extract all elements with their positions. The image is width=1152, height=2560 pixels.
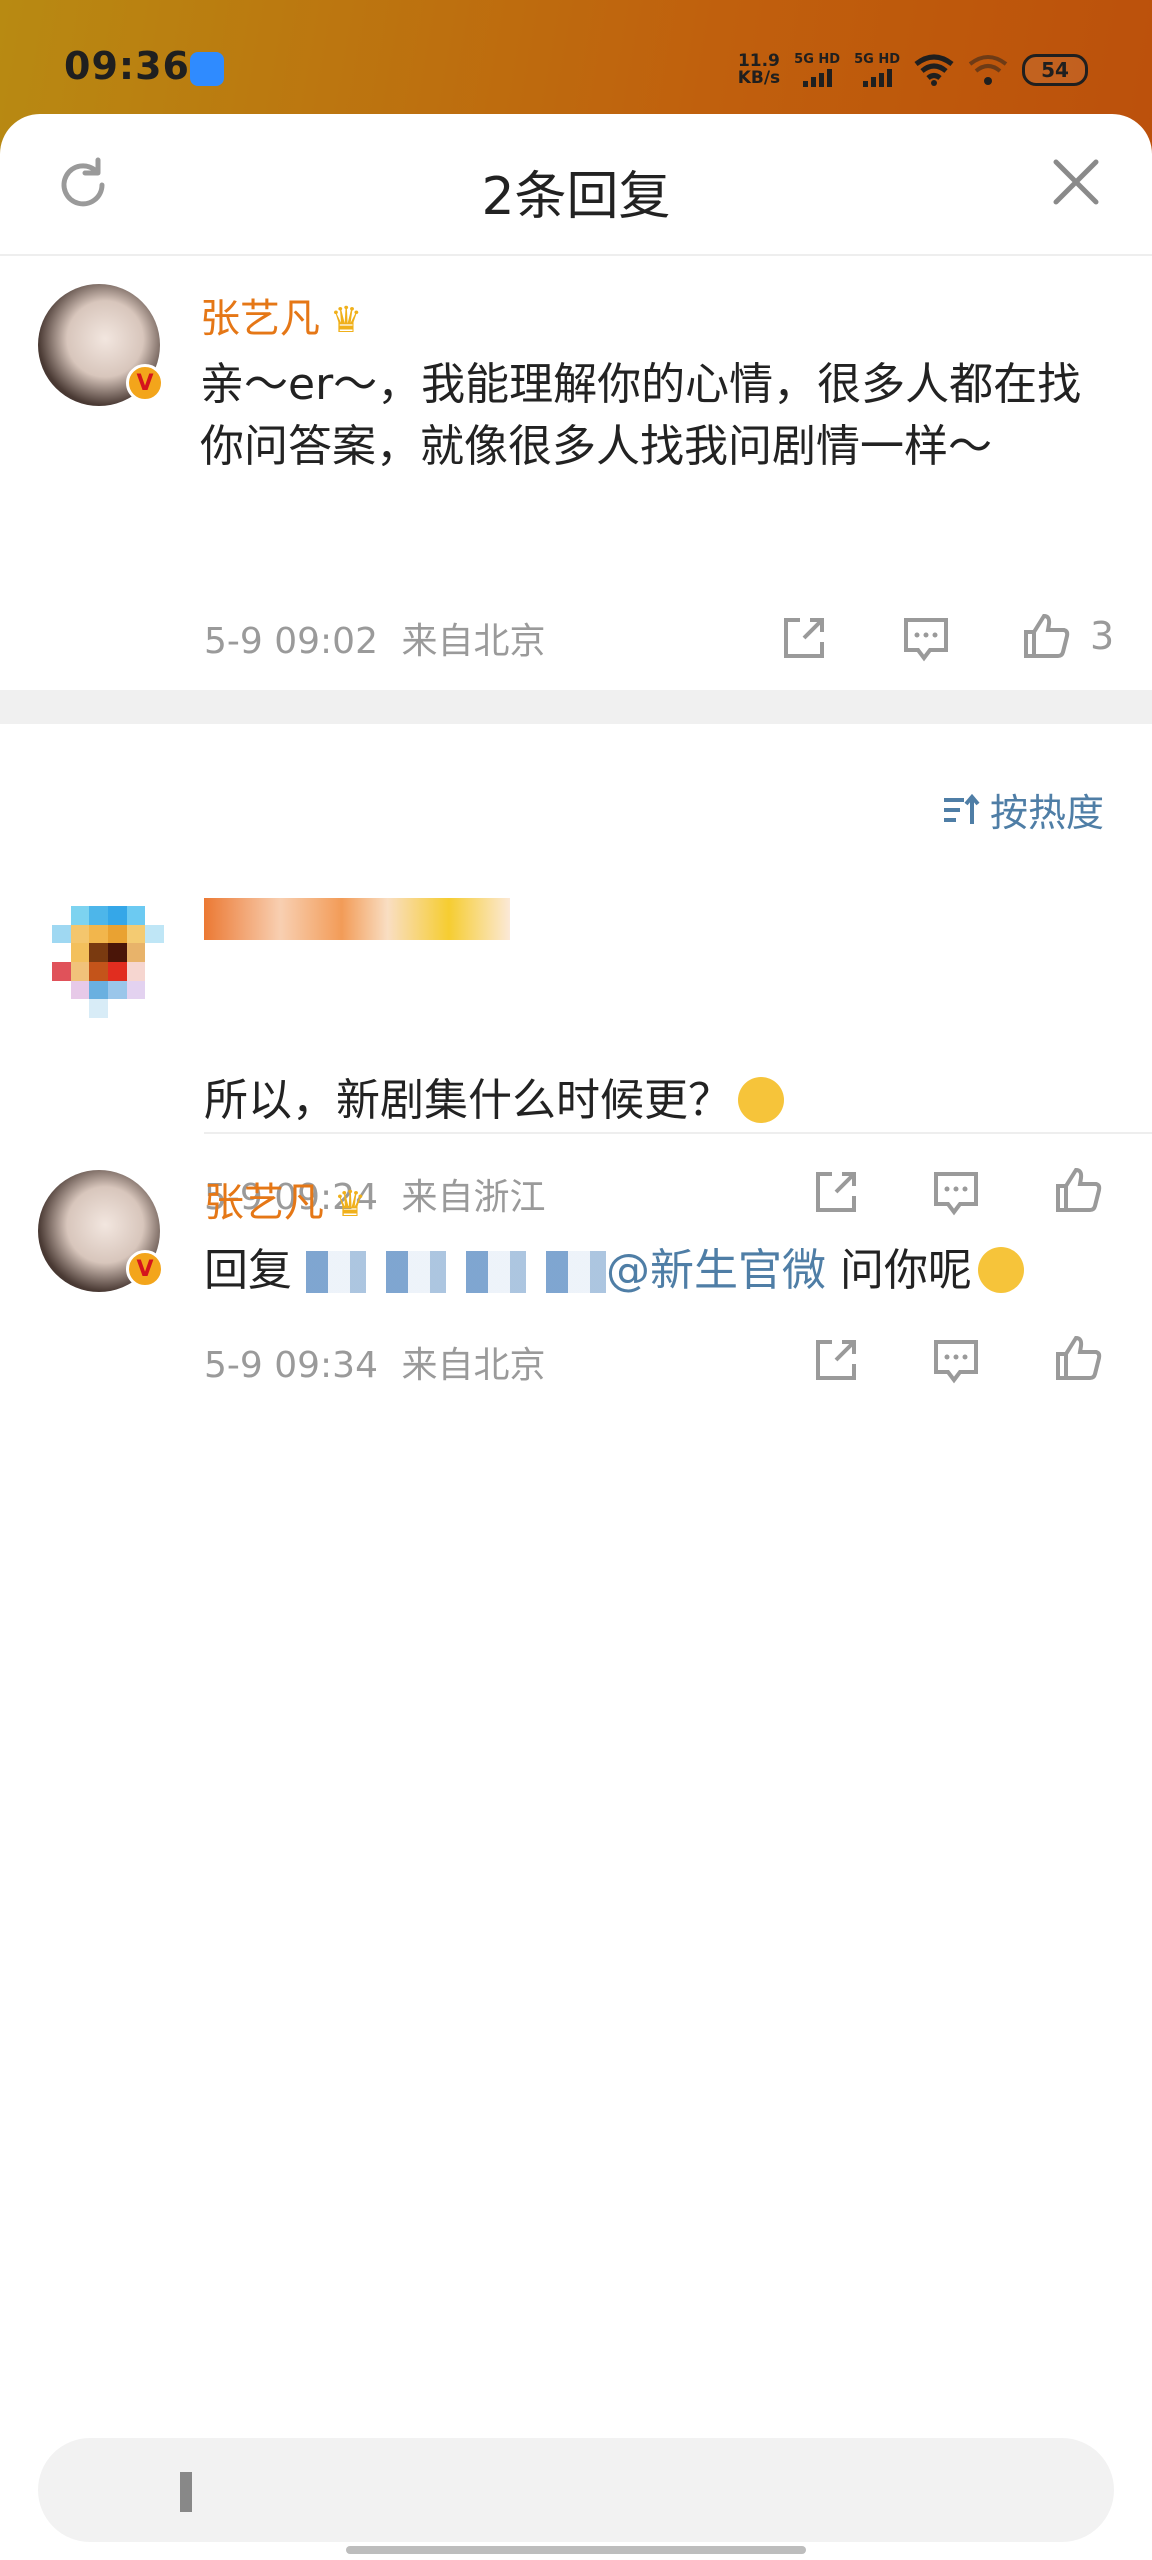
verified-v-icon: V [126,364,164,402]
sheet-title: 2条回复 [481,167,671,227]
reply-input[interactable] [38,2438,1114,2542]
comment-time: 5-9 09:02 [204,621,378,662]
comment-username[interactable]: 张艺凡 ♛ [200,286,362,344]
hotspot-icon [968,55,1008,85]
status-bar: 09:36 11.9 KB/s 5G HD 5G HD 54 [0,0,1152,130]
reply-username[interactable]: 张艺凡 ♛ [204,1170,366,1228]
network-speed: 11.9 KB/s [738,53,780,87]
notification-app-icon [190,52,224,86]
comment-meta: 5-9 09:02 来自北京 [204,612,545,664]
status-time: 09:36 [64,44,190,88]
avatar[interactable]: V [38,284,164,406]
mention-link[interactable]: @新生官微 [606,1245,826,1296]
thinking-emoji-icon [978,1247,1024,1293]
reply-divider [204,1132,1152,1134]
crying-laughing-emoji-icon [738,1077,784,1123]
close-icon[interactable] [1048,154,1104,210]
reply-text: 所以，新剧集什么时候更？ [204,1075,732,1126]
sort-by-hot-button[interactable]: 按热度 [942,782,1104,837]
share-icon[interactable] [810,1334,862,1386]
verified-v-icon: V [126,1250,164,1288]
sim1-label: 5G HD [794,52,841,67]
avatar[interactable] [52,906,164,1018]
username-text: 张艺凡 [204,1180,324,1226]
reply-prefix: 回复 [204,1245,292,1296]
replies-sheet: 2条回复 V 张艺凡 ♛ 亲～er～，我能理解你的心情，很多人都在找你问答案，就像… [0,114,1152,2560]
crown-icon: ♛ [330,300,363,341]
reply-suffix: 问你呢 [840,1245,972,1296]
blurred-username[interactable] [204,898,510,940]
thumbs-up-icon[interactable] [1052,1164,1104,1216]
signal-bars-icon [862,67,892,87]
comment-icon[interactable] [930,1166,982,1218]
reply-meta: 5-9 09:34 来自北京 [204,1336,545,1388]
username-text: 张艺凡 [200,296,320,342]
reply-content: 回复 @新生官微 问你呢 [204,1240,1024,1302]
like-count: 3 [1090,614,1115,658]
thumbs-up-icon[interactable] [1020,610,1072,662]
sort-icon [943,793,980,824]
status-indicators: 11.9 KB/s 5G HD 5G HD 54 [738,46,1088,94]
reply-location: 来自浙江 [401,1177,546,1218]
sheet-header: 2条回复 [0,114,1152,256]
sim2-label: 5G HD [854,52,900,67]
network-speed-unit: KB/s [737,68,781,88]
comment-icon[interactable] [930,1334,982,1386]
text-cursor [180,2472,192,2512]
comment-icon[interactable] [900,612,952,664]
reply-time: 5-9 09:34 [204,1345,378,1386]
crown-icon: ♛ [334,1184,367,1225]
signal-bars-icon [802,67,832,87]
wifi-icon [914,54,954,86]
avatar[interactable]: V [38,1170,164,1292]
share-icon[interactable] [778,612,830,664]
home-indicator[interactable] [346,2546,806,2554]
reply-content: 所以，新剧集什么时候更？ [204,1070,784,1132]
sim1-signal: 5G HD [794,53,840,87]
blurred-mention[interactable] [306,1251,606,1293]
reply-location: 来自北京 [401,1345,546,1386]
comment-location: 来自北京 [401,621,546,662]
comment-content: 亲～er～，我能理解你的心情，很多人都在找你问答案，就像很多人找我问剧情一样～ [200,359,1082,472]
section-divider [0,690,1152,724]
thumbs-up-icon[interactable] [1052,1332,1104,1384]
share-icon[interactable] [810,1166,862,1218]
sort-label: 按热度 [989,791,1104,835]
sim2-signal: 5G HD [854,53,900,87]
battery-indicator: 54 [1022,54,1088,86]
